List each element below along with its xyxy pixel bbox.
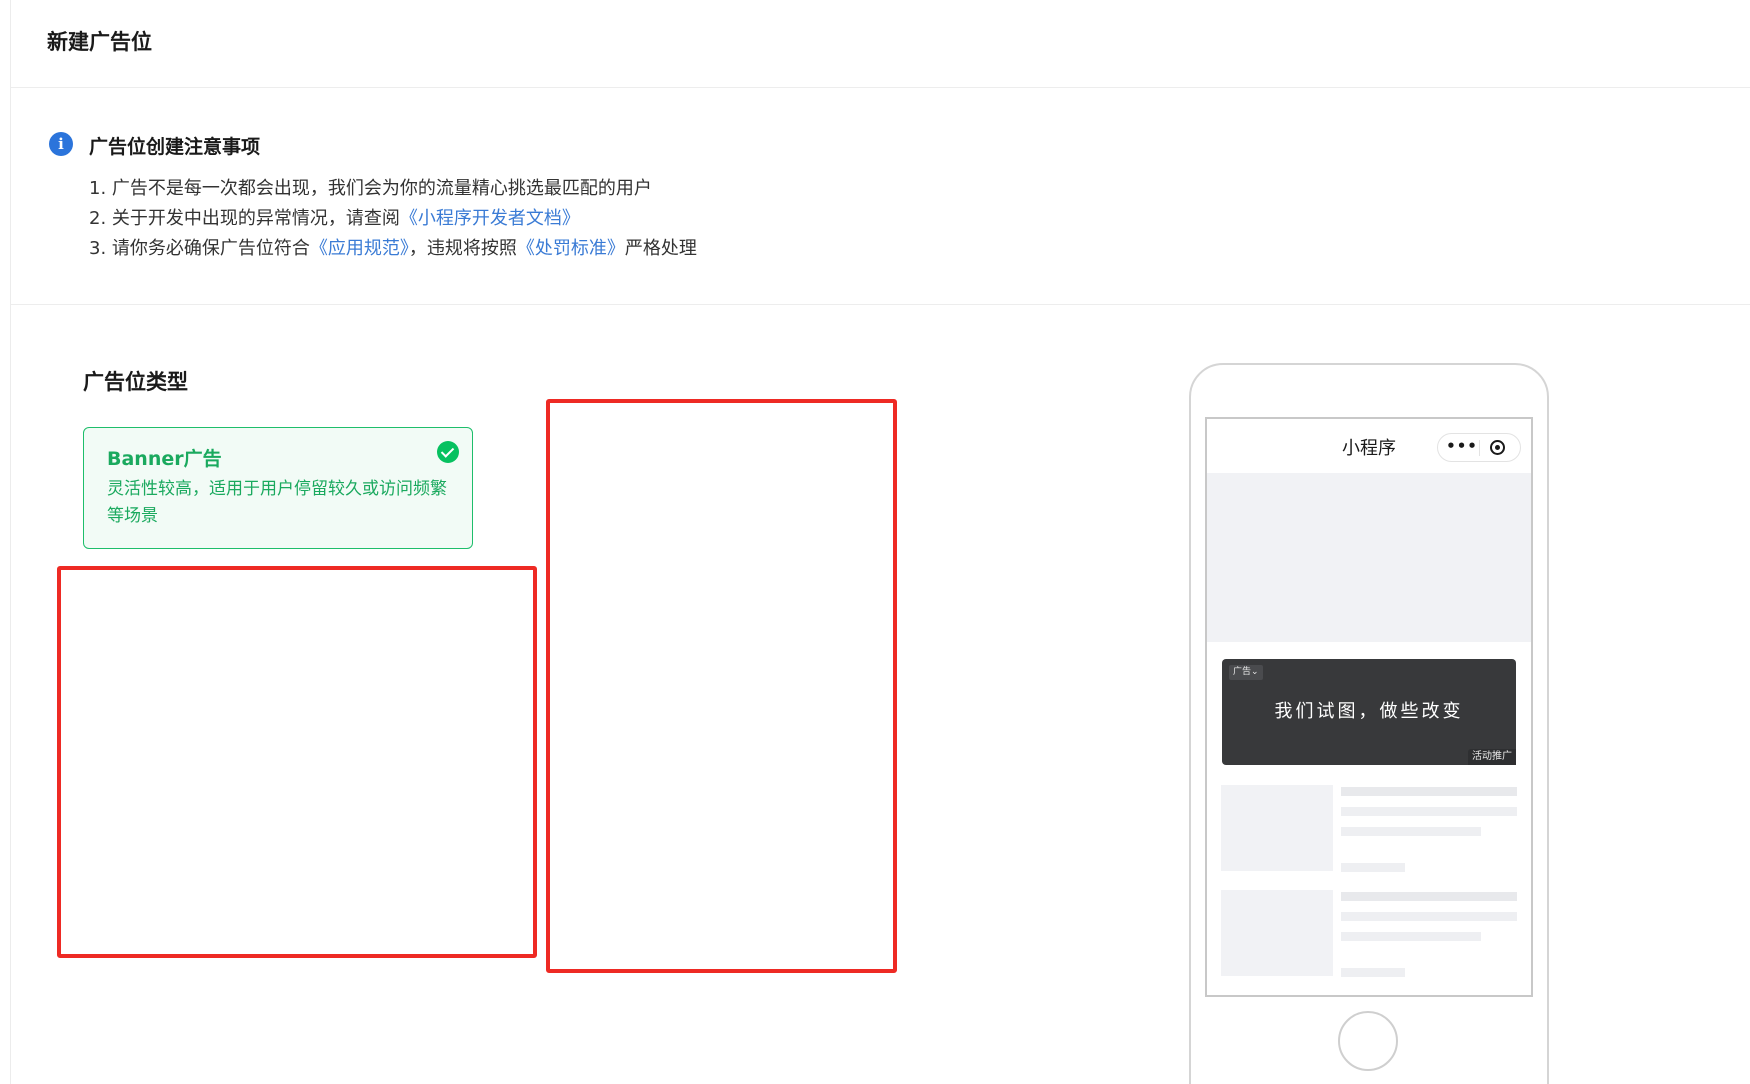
- feed-line-placeholder: [1341, 807, 1517, 816]
- feed-thumbnail-placeholder: [1221, 785, 1333, 871]
- ad-type-section-title: 广告位类型: [83, 370, 188, 394]
- banner-ad-type-title: Banner广告: [107, 448, 222, 470]
- penalty-standard-link[interactable]: 《处罚标准》: [517, 238, 625, 259]
- check-circle-icon: [437, 441, 459, 463]
- promotion-badge: 活动推广: [1468, 749, 1516, 765]
- notice-item-1-text: 1. 广告不是每一次都会出现，我们会为你的流量精心挑选最匹配的用户: [89, 178, 652, 199]
- annotation-box-right: [546, 399, 897, 973]
- phone-home-button: [1338, 1011, 1398, 1071]
- banner-ad-type-description: 灵活性较高，适用于用户停留较久或访问频繁等场景: [107, 479, 447, 526]
- notice-panel: i 广告位创建注意事项 1. 广告不是每一次都会出现，我们会为你的流量精心挑选最…: [11, 89, 1750, 305]
- notice-item-3-prefix: 3. 请你务必确保广告位符合: [89, 238, 310, 259]
- notice-item-3-middle: ，违规将按照: [408, 238, 517, 259]
- feed-line-placeholder: [1341, 827, 1481, 836]
- page-title: 新建广告位: [47, 30, 152, 54]
- notice-list: 1. 广告不是每一次都会出现，我们会为你的流量精心挑选最匹配的用户 2. 关于开…: [89, 174, 697, 264]
- capsule-menu: •••: [1437, 433, 1521, 462]
- page-header: 新建广告位: [11, 0, 1750, 88]
- feed-placeholder-item: [1221, 785, 1517, 873]
- close-target-icon: [1490, 440, 1505, 455]
- feed-line-placeholder: [1341, 892, 1517, 901]
- page: 新建广告位 i 广告位创建注意事项 1. 广告不是每一次都会出现，我们会为你的流…: [0, 0, 1750, 1084]
- notice-item-2: 2. 关于开发中出现的异常情况，请查阅《小程序开发者文档》: [89, 204, 697, 234]
- feed-line-placeholder: [1341, 968, 1405, 977]
- notice-title: 广告位创建注意事项: [89, 136, 261, 158]
- feed-line-placeholder: [1341, 863, 1405, 872]
- banner-ad-preview: 广告⌄ 我们试图，做些改变 活动推广: [1222, 659, 1516, 765]
- notice-item-3: 3. 请你务必确保广告位符合《应用规范》，违规将按照《处罚标准》严格处理: [89, 234, 697, 264]
- info-icon: i: [49, 132, 73, 156]
- app-rules-link[interactable]: 《应用规范》: [310, 238, 409, 259]
- feed-placeholder-item: [1221, 890, 1517, 978]
- annotation-box-left: [57, 566, 537, 958]
- developer-docs-link[interactable]: 《小程序开发者文档》: [400, 208, 580, 229]
- notice-item-1: 1. 广告不是每一次都会出现，我们会为你的流量精心挑选最匹配的用户: [89, 174, 697, 204]
- feed-line-placeholder: [1341, 932, 1481, 941]
- mini-program-nav-bar: 小程序 •••: [1207, 419, 1531, 473]
- notice-item-2-text: 2. 关于开发中出现的异常情况，请查阅: [89, 208, 400, 229]
- content-placeholder: [1207, 473, 1531, 642]
- banner-ad-type-card[interactable]: Banner广告 灵活性较高，适用于用户停留较久或访问频繁等场景: [83, 427, 473, 549]
- phone-preview: 小程序 ••• 广告⌄ 我们试图，做些改变 活动推广: [1189, 363, 1549, 1084]
- feed-thumbnail-placeholder: [1221, 890, 1333, 976]
- ad-tag: 广告⌄: [1229, 665, 1263, 680]
- feed-line-placeholder: [1341, 787, 1517, 796]
- notice-item-3-suffix: 严格处理: [624, 238, 697, 259]
- phone-screen: 小程序 ••• 广告⌄ 我们试图，做些改变 活动推广: [1205, 417, 1533, 997]
- capsule-divider: [1479, 440, 1480, 456]
- more-icon: •••: [1446, 437, 1478, 455]
- banner-slogan: 我们试图，做些改变: [1274, 701, 1464, 722]
- feed-line-placeholder: [1341, 912, 1517, 921]
